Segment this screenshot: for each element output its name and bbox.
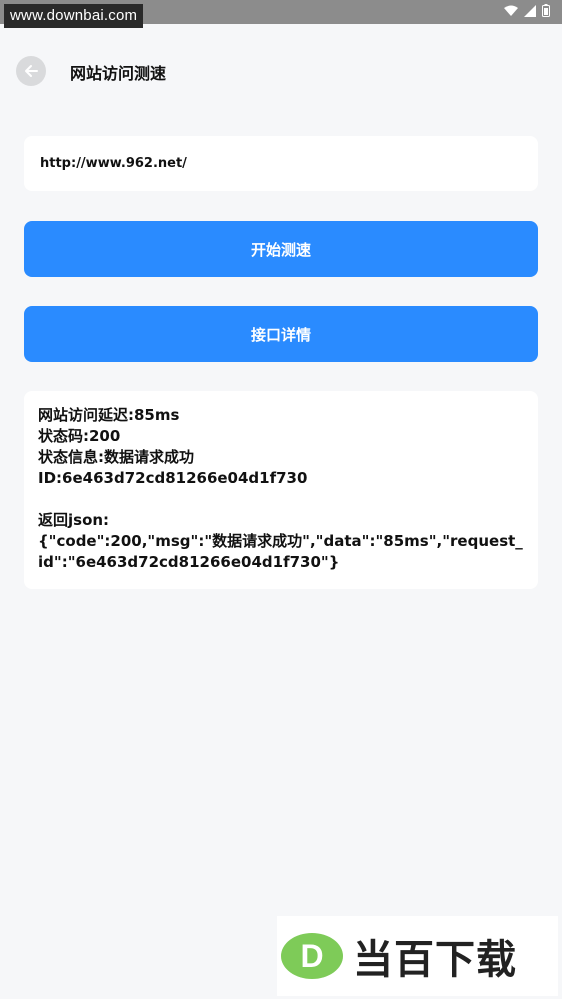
back-button[interactable] — [16, 56, 46, 86]
status-info-text: 状态信息:数据请求成功 — [38, 448, 194, 466]
result-card: 网站访问延迟:85ms 状态码:200 状态信息:数据请求成功 ID:6e463… — [24, 391, 538, 589]
status-code-text: 状态码:200 — [38, 427, 121, 445]
request-id-text: ID:6e463d72cd81266e04d1f730 — [38, 469, 308, 487]
status-icons — [504, 4, 550, 17]
logo-letter: D — [300, 938, 323, 974]
json-label: 返回json: — [38, 511, 110, 529]
site-watermark: www.downbai.com — [4, 4, 144, 28]
signal-icon — [524, 4, 536, 17]
url-input[interactable] — [38, 155, 522, 172]
header: 网站访问测速 — [0, 46, 562, 94]
watermark-text: 当百下载 — [353, 937, 517, 983]
arrow-left-icon — [25, 65, 38, 77]
json-body: {"code":200,"msg":"数据请求成功","data":"85ms"… — [38, 532, 523, 571]
download-site-watermark: D 当百下载 — [277, 916, 558, 996]
url-card — [24, 136, 538, 191]
watermark-logo: D — [279, 931, 345, 981]
wifi-icon — [504, 5, 518, 16]
latency-text: 网站访问延迟:85ms — [38, 406, 180, 424]
status-bar: www.downbai.com — [0, 0, 562, 28]
page-title: 网站访问测速 — [70, 64, 167, 83]
start-speed-test-button[interactable]: 开始测速 — [24, 221, 538, 277]
battery-icon — [542, 4, 550, 17]
api-details-button[interactable]: 接口详情 — [24, 306, 538, 362]
